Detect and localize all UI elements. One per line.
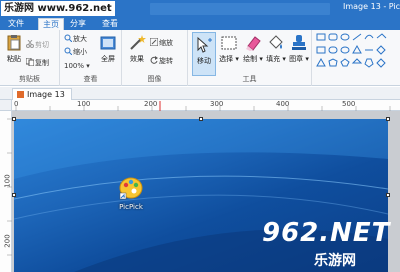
resize-handle-right[interactable] xyxy=(386,193,390,197)
magic-wand-icon xyxy=(128,34,146,52)
fullscreen-icon xyxy=(99,34,117,52)
view-group: 放大 缩小 100% ▾ 全屏 查看 xyxy=(60,30,122,86)
ribbon-tab-row: 文件 主页 分享 查看 xyxy=(0,18,400,30)
resize-handle-top-right[interactable] xyxy=(386,117,390,121)
image-group: 效果 缩放 旋转 图像 xyxy=(122,30,188,86)
move-button[interactable]: 移动 xyxy=(192,32,216,76)
tools-group: 移动 选择 ▾ 绘制 ▾ 填充 ▾ 图章 ▾ 工具 xyxy=(188,30,312,86)
tab-file[interactable]: 文件 xyxy=(4,18,28,30)
ruler-h-label: 400 xyxy=(276,100,290,108)
fullscreen-button[interactable]: 全屏 xyxy=(97,34,119,64)
ruler-h-label: 500 xyxy=(342,100,356,108)
rotate-icon xyxy=(150,56,158,64)
document-tab[interactable]: Image 13 xyxy=(12,88,72,100)
tab-view[interactable]: 查看 xyxy=(98,18,122,30)
ruler-h-label: 100 xyxy=(77,100,91,108)
shapes-icon xyxy=(316,33,387,68)
cut-button[interactable]: 剪切 xyxy=(26,39,49,50)
selection-rect-icon xyxy=(220,34,238,52)
rotate-label: 旋转 xyxy=(159,57,173,65)
zoom-in-button[interactable]: 放大 xyxy=(64,34,87,44)
tools-group-label: 工具 xyxy=(242,75,257,83)
ruler-h-label: 0 xyxy=(14,100,19,108)
shapes-gallery[interactable] xyxy=(314,30,400,86)
ruler-v-label: 100 xyxy=(3,174,12,188)
clipboard-group: 粘贴 剪切 复制 剪贴板 xyxy=(0,30,60,86)
tab-home[interactable]: 主页 xyxy=(38,18,64,30)
zoom-out-button[interactable]: 缩小 xyxy=(64,47,87,57)
ruler-v-label: 200 xyxy=(3,234,12,248)
zoom-in-label: 放大 xyxy=(73,35,87,43)
zoom-level-value: 100% xyxy=(64,62,85,70)
watermark-top: 乐游网 www.962.net xyxy=(1,1,115,16)
resize-label: 缩放 xyxy=(159,39,173,47)
clipboard-group-label: 剪贴板 xyxy=(19,75,40,83)
cut-label: 剪切 xyxy=(35,41,49,49)
palette-icon xyxy=(119,177,143,200)
effects-label: 效果 xyxy=(130,55,144,63)
watermark-bottom: 962.NET 乐游网 xyxy=(262,218,398,270)
zoom-in-icon xyxy=(64,34,73,43)
paint-bucket-icon xyxy=(267,34,285,52)
horizontal-ruler: 0 100 200 300 400 500 xyxy=(12,100,400,111)
select-label: 选择 xyxy=(219,55,234,63)
paste-button[interactable]: 粘贴 xyxy=(3,34,25,64)
draw-label: 绘制 xyxy=(243,55,258,63)
ruler-h-label: 200 xyxy=(144,100,158,108)
ribbon: 粘贴 剪切 复制 剪贴板 放大 缩小 100% ▾ 全屏 查看 效果 缩放 旋转… xyxy=(0,30,400,86)
desktop-icon-picpick[interactable]: PicPick xyxy=(111,176,151,211)
scissors-icon xyxy=(26,39,34,48)
stamp-button[interactable]: 图章 ▾ xyxy=(288,34,310,64)
copy-label: 复制 xyxy=(35,59,49,67)
resize-button[interactable]: 缩放 xyxy=(149,37,173,48)
copy-icon xyxy=(25,57,35,67)
move-label: 移动 xyxy=(197,57,211,65)
draw-button[interactable]: 绘制 ▾ xyxy=(242,34,264,64)
zoom-out-label: 缩小 xyxy=(73,48,87,56)
zoom-out-icon xyxy=(64,47,73,56)
fullscreen-label: 全屏 xyxy=(101,55,115,63)
document-tab-label: Image 13 xyxy=(27,90,65,99)
paste-icon xyxy=(5,34,23,52)
fill-button[interactable]: 填充 ▾ xyxy=(265,34,287,64)
effects-button[interactable]: 效果 xyxy=(126,34,148,64)
title-bar: 乐游网 www.962.net Image 13 - Pic xyxy=(0,0,400,18)
copy-button[interactable]: 复制 xyxy=(25,57,49,68)
resize-handle-top[interactable] xyxy=(199,117,203,121)
eraser-pen-icon xyxy=(244,34,262,52)
view-group-label: 查看 xyxy=(83,75,98,83)
resize-handle-left[interactable] xyxy=(12,193,16,197)
zoom-level-dropdown[interactable]: 100% ▾ xyxy=(64,61,90,71)
stamp-icon xyxy=(290,34,308,52)
resize-handle-top-left[interactable] xyxy=(12,117,16,121)
vertical-ruler: 100 200 xyxy=(0,111,12,272)
image-group-label: 图像 xyxy=(147,75,162,83)
desktop-icon-label: PicPick xyxy=(119,203,143,211)
watermark-sub-text: 乐游网 xyxy=(314,253,356,269)
ruler-h-label: 300 xyxy=(210,100,224,108)
paste-label: 粘贴 xyxy=(7,55,21,63)
image-doc-icon xyxy=(17,91,24,98)
tab-share[interactable]: 分享 xyxy=(66,18,90,30)
vertical-ruler-ticks xyxy=(7,118,12,256)
stamp-label: 图章 xyxy=(289,55,304,63)
select-button[interactable]: 选择 ▾ xyxy=(218,34,240,64)
watermark-main-text: 962.NET xyxy=(262,218,391,248)
move-arrows-icon xyxy=(195,36,213,54)
document-tab-bar: Image 13 xyxy=(0,87,400,100)
resize-icon xyxy=(149,37,159,47)
ruler-corner xyxy=(0,100,12,111)
rotate-button[interactable]: 旋转 xyxy=(150,56,173,66)
quick-access-toolbar[interactable] xyxy=(150,3,330,15)
window-title: Image 13 - Pic xyxy=(343,2,400,11)
fill-label: 填充 xyxy=(266,55,281,63)
